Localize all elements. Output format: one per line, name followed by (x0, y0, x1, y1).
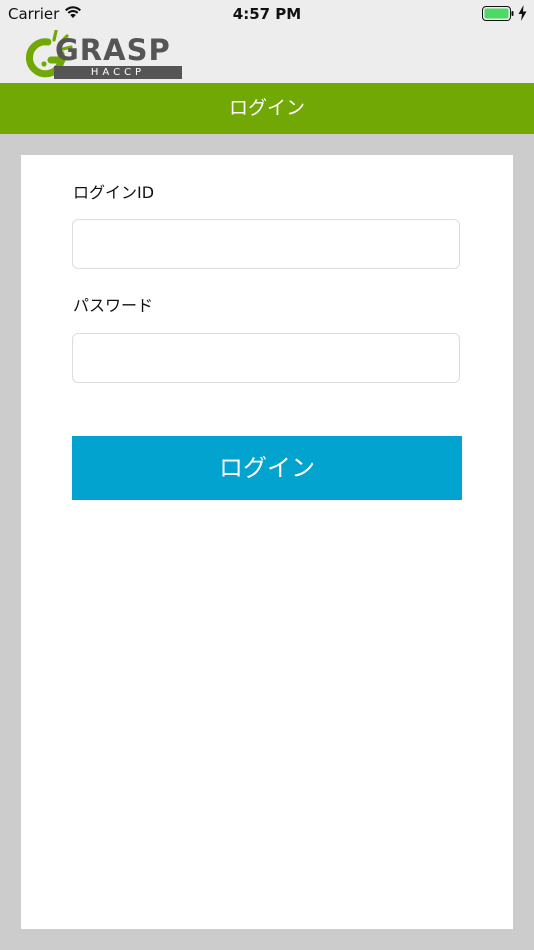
status-time: 4:57 PM (232, 5, 302, 23)
password-input[interactable] (72, 333, 460, 383)
battery-icon (482, 6, 514, 21)
navigation-bar: ログイン (0, 83, 534, 134)
login-form-card: ログインID パスワード ログイン (21, 155, 513, 929)
login-id-label: ログインID (73, 183, 155, 202)
logo-wordmark: GRASP (55, 33, 171, 67)
password-label: パスワード (73, 296, 154, 315)
page-title: ログイン (228, 97, 305, 119)
logo-subtitle: HACCP (54, 66, 182, 79)
login-id-input[interactable] (72, 219, 460, 269)
charging-bolt-icon (518, 5, 527, 21)
status-bar: Carrier 4:57 PM (0, 0, 534, 30)
logo-area: GRASP HACCP (0, 30, 534, 83)
login-button[interactable]: ログイン (72, 436, 462, 500)
